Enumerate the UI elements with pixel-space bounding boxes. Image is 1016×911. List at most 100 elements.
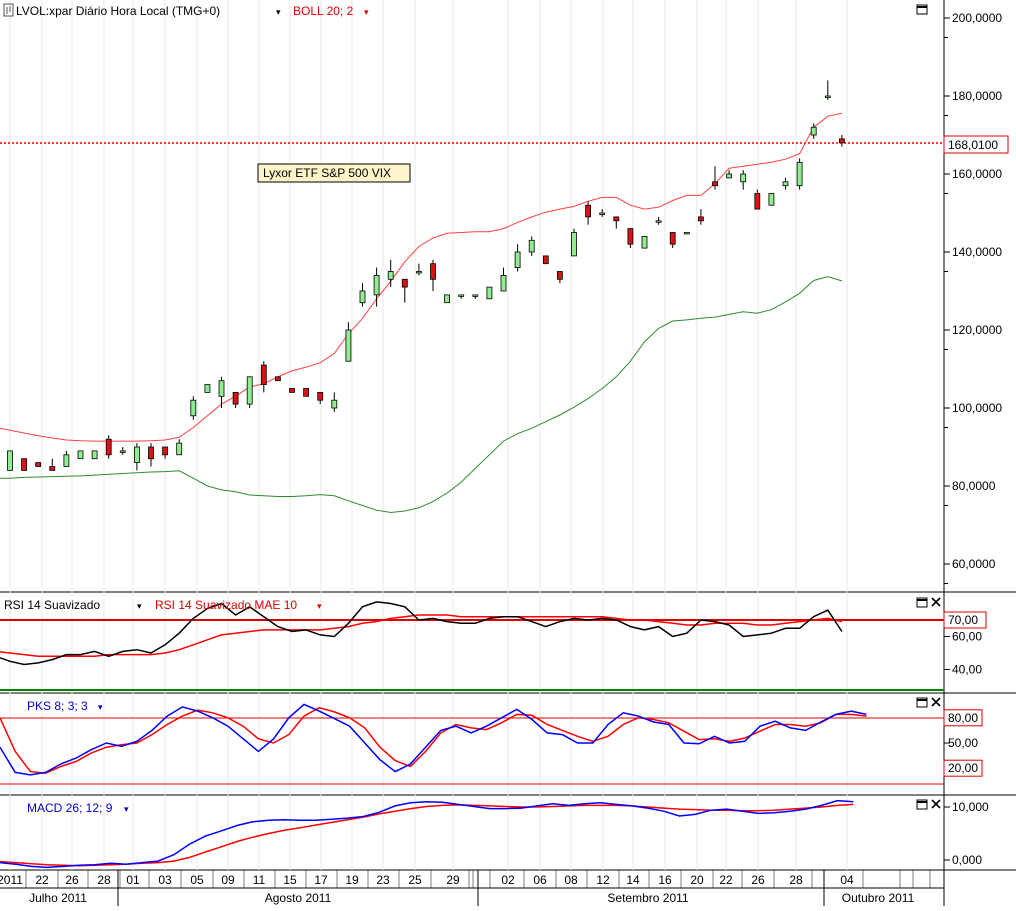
- candle-body: [274, 376, 281, 382]
- candle-body: [655, 220, 662, 223]
- candle-body: [190, 399, 197, 417]
- candle-body: [331, 399, 338, 409]
- pks-dropdown-icon[interactable]: ▾: [98, 702, 103, 712]
- candle-body: [148, 446, 154, 460]
- price-tick-label: 140,0000: [952, 245, 1002, 259]
- boll-dropdown-icon[interactable]: ▾: [364, 7, 369, 17]
- price-tick-label: 200,0000: [952, 11, 1002, 25]
- candle-body: [528, 239, 535, 253]
- candle-body: [810, 126, 817, 136]
- candle-body: [105, 438, 112, 456]
- day-tick-label: 15: [283, 873, 297, 887]
- macd-dropdown-icon[interactable]: ▾: [124, 804, 129, 814]
- price-tick-label: 180,0000: [952, 89, 1002, 103]
- day-tick-label: 09: [221, 873, 235, 887]
- candle-body: [796, 161, 803, 187]
- candle-body: [542, 255, 549, 265]
- last-price-tag: 168,0100: [943, 135, 1009, 154]
- candle-body: [303, 388, 310, 397]
- candle-body: [557, 271, 563, 280]
- maximize-pks-button[interactable]: [916, 697, 928, 708]
- candle-body: [571, 232, 577, 257]
- candle-body: [91, 450, 98, 460]
- candle-body: [204, 384, 211, 393]
- candle-body: [387, 271, 394, 280]
- candle-body: [289, 388, 295, 393]
- candle-body: [7, 450, 13, 471]
- price-tick-label: 60,0000: [952, 557, 996, 571]
- candle-body: [35, 462, 42, 467]
- day-tick-label: 11: [253, 873, 266, 887]
- candle-body: [401, 278, 408, 288]
- day-tick-label: 04: [840, 873, 854, 887]
- macd-title[interactable]: MACD 26; 12; 9: [27, 801, 113, 815]
- day-tick-label: 08: [564, 873, 578, 887]
- candle-body: [782, 181, 789, 187]
- candle-body: [641, 235, 648, 249]
- macd-tick-label: 10,000: [952, 800, 989, 814]
- rsi-level-tag: 70,00: [943, 611, 987, 629]
- rsi-dropdown-icon[interactable]: ▾: [137, 601, 142, 611]
- day-tick-label: 26: [751, 873, 765, 887]
- candle-body: [133, 446, 140, 463]
- boll-indicator-label[interactable]: BOLL 20; 2: [293, 4, 354, 18]
- day-tick-label: 03: [158, 873, 172, 887]
- day-tick-label: 02: [501, 873, 515, 887]
- day-tick-label: 01: [126, 873, 140, 887]
- candle-body: [176, 442, 183, 456]
- candle-body: [514, 251, 521, 269]
- maximize-rsi-button[interactable]: [916, 597, 928, 608]
- candle-body: [599, 212, 606, 215]
- candle-body: [63, 454, 70, 467]
- chart-window: 200,0000 180,0000 160,0000 140,0000 120,0000…: [0, 0, 1016, 906]
- instrument-annotation[interactable]: Lyxor ETF S&P 500 VIX: [257, 163, 411, 183]
- maximize-main-button[interactable]: [916, 4, 928, 15]
- rsi-title[interactable]: RSI 14 Suavizado: [4, 598, 100, 612]
- pks-axis: 80,00 50,00 20,00: [943, 709, 983, 777]
- candle-body: [669, 232, 676, 245]
- candle-body: [627, 228, 634, 245]
- pks-tick-label: 80,00: [948, 711, 978, 725]
- day-tick-label: 19: [345, 873, 359, 887]
- rsi-tick-label: 60,00: [952, 630, 982, 644]
- rsi-ma-dropdown-icon[interactable]: ▾: [317, 601, 322, 611]
- price-tick-label: 120,0000: [952, 323, 1002, 337]
- candle-body: [585, 204, 591, 218]
- month-label: Julho 2011: [29, 891, 87, 905]
- macd-tick-label: 0,000: [952, 853, 982, 867]
- month-label: Agosto 2011: [265, 891, 332, 905]
- price-tick-label: 100,0000: [952, 401, 1002, 415]
- price-tick-label: 80,0000: [952, 479, 996, 493]
- candle-body: [77, 450, 84, 460]
- candle-body: [359, 290, 366, 304]
- maximize-macd-button[interactable]: [916, 799, 928, 810]
- rsi-ma-title[interactable]: RSI 14 Suavizado MAE 10: [155, 598, 297, 612]
- candle-body: [458, 294, 465, 297]
- candle-body: [824, 95, 831, 98]
- candle-body: [49, 466, 56, 471]
- day-tick-label: 26: [65, 873, 79, 887]
- symbol-dropdown-icon[interactable]: ▾: [276, 7, 281, 17]
- candle-body: [218, 380, 225, 397]
- annotation-text: Lyxor ETF S&P 500 VIX: [263, 166, 391, 180]
- last-price-value: 168,0100: [948, 138, 998, 152]
- symbol-title[interactable]: LVOL:xpar Diário Hora Local (TMG+0): [16, 4, 220, 18]
- candle-body: [712, 181, 718, 187]
- day-tick-label: 05: [190, 873, 204, 887]
- candle-body: [754, 193, 761, 210]
- day-tick-label: 22: [35, 873, 49, 887]
- pks-title[interactable]: PKS 8; 3; 3: [27, 699, 88, 713]
- candle-body: [839, 138, 845, 144]
- day-tick-label: 28: [789, 873, 803, 887]
- candle-body: [260, 364, 267, 386]
- candle-body: [317, 391, 324, 401]
- day-tick-label: 29: [446, 873, 460, 887]
- day-tick-label: 16: [658, 873, 672, 887]
- month-label: Outubro 2011: [842, 891, 915, 905]
- month-label: Setembro 2011: [607, 891, 688, 905]
- day-tick-label: 23: [376, 873, 390, 887]
- day-tick-label: 20: [690, 873, 704, 887]
- candle-body: [444, 294, 451, 304]
- candle-body: [415, 271, 422, 274]
- day-tick-label: 25: [408, 873, 422, 887]
